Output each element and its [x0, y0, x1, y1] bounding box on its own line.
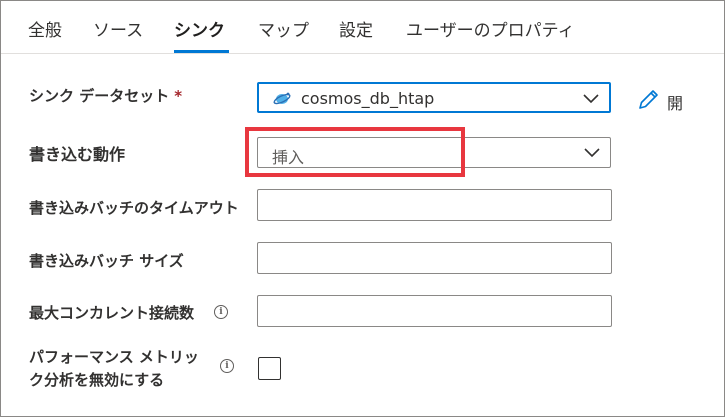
info-icon[interactable]: i	[220, 359, 234, 373]
disable-perf-metrics-checkbox[interactable]	[258, 357, 281, 380]
info-icon[interactable]: i	[214, 305, 228, 319]
tab-source[interactable]: ソース	[93, 19, 143, 43]
open-label: 開	[667, 94, 684, 113]
cosmos-db-icon	[273, 92, 291, 105]
tab-sink[interactable]: シンク	[174, 19, 225, 43]
chevron-down-icon	[584, 148, 600, 158]
required-marker: *	[174, 87, 183, 105]
write-batch-size-input[interactable]	[257, 242, 612, 274]
sink-dataset-label: シンク データセット *	[29, 86, 182, 106]
disable-perf-metrics-label-line2: ク分析を無効にする	[29, 371, 165, 389]
disable-perf-metrics-label-line1: パフォーマンス メトリッ	[29, 348, 199, 366]
tab-user-properties[interactable]: ユーザーのプロパティ	[406, 19, 575, 43]
tab-settings[interactable]: 設定	[339, 19, 373, 43]
sink-settings-panel: 全般 ソース シンク マップ 設定 ユーザーのプロパティ シンク データセット *…	[0, 0, 725, 417]
write-behavior-label: 書き込む動作	[29, 145, 126, 164]
tab-bar: 全般 ソース シンク マップ 設定 ユーザーのプロパティ	[1, 1, 724, 54]
open-dataset-button[interactable]: 開	[637, 89, 683, 113]
sink-dataset-select[interactable]: cosmos_db_htap	[257, 82, 611, 113]
highlight-annotation-box	[245, 127, 465, 177]
sink-dataset-label-text: シンク データセット	[29, 87, 170, 105]
chevron-down-icon	[583, 94, 599, 104]
max-concurrent-connections-input[interactable]	[257, 295, 612, 327]
sink-dataset-value: cosmos_db_htap	[301, 89, 435, 108]
max-concurrent-connections-label: 最大コンカレント接続数	[29, 304, 195, 322]
write-batch-timeout-input[interactable]	[257, 189, 612, 221]
active-tab-indicator	[174, 50, 229, 53]
tab-general[interactable]: 全般	[28, 19, 62, 43]
pencil-icon	[639, 90, 658, 109]
write-batch-size-label: 書き込みバッチ サイズ	[29, 252, 184, 270]
write-batch-timeout-label: 書き込みバッチのタイムアウト	[29, 199, 239, 217]
tab-mapping[interactable]: マップ	[258, 19, 309, 43]
